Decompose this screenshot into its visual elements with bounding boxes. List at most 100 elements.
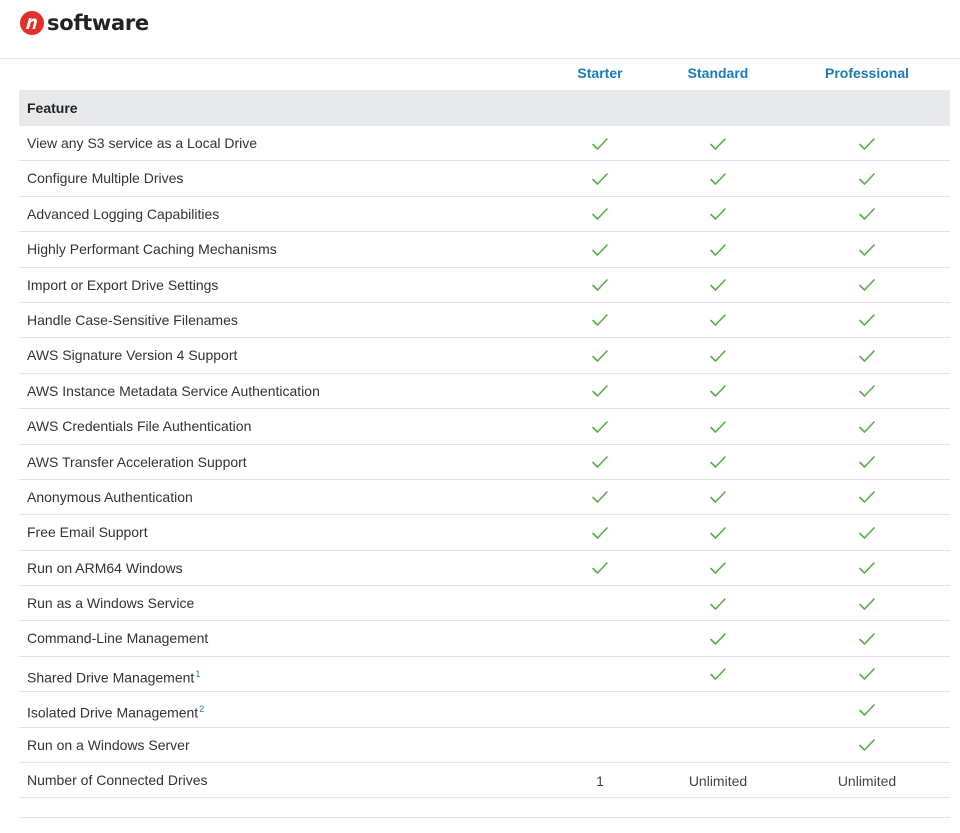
brand-logo[interactable]: software: [19, 10, 149, 36]
cell-professional: [827, 692, 907, 727]
cell-standard: [678, 445, 758, 480]
cell-professional: [827, 515, 907, 550]
brand-name: software: [47, 11, 149, 35]
plan-professional-label[interactable]: Professional: [825, 59, 909, 87]
cell-standard: Unlimited: [678, 763, 758, 798]
cell-value: Unlimited: [837, 772, 897, 789]
table-row: View any S3 service as a Local Drive: [19, 126, 950, 162]
checkmark-icon: [710, 491, 726, 504]
plan-headers: Starter Standard Professional: [19, 59, 950, 89]
checkmark-icon: [710, 385, 726, 398]
checkmark-icon: [592, 137, 608, 150]
checkmark-icon: [859, 526, 875, 539]
checkmark-icon: [710, 597, 726, 610]
table-row: Advanced Logging Capabilities: [19, 197, 950, 233]
feature-name: Number of Connected Drives: [27, 763, 208, 798]
feature-name-text: Run as a Windows Service: [27, 595, 195, 612]
table-row: Isolated Drive Management2: [19, 692, 950, 728]
cell-starter: [560, 621, 640, 656]
cell-professional: [827, 303, 907, 338]
checkmark-icon: [859, 703, 875, 716]
feature-name: AWS Instance Metadata Service Authentica…: [27, 374, 320, 409]
checkmark-icon: [859, 385, 875, 398]
cell-professional: [827, 409, 907, 444]
checkmark-icon: [592, 456, 608, 468]
feature-name: View any S3 service as a Local Drive: [27, 126, 257, 161]
feature-name-text: Isolated Drive Management: [27, 704, 199, 721]
table-row: Number of Connected Drives 1 Unlimited Unli…: [19, 763, 950, 799]
cell-professional: Unlimited: [827, 763, 907, 798]
cell-starter: [560, 728, 640, 763]
table-row: Anonymous Authentication: [19, 480, 950, 516]
checkmark-icon: [859, 668, 875, 681]
checkmark-icon: [710, 456, 726, 468]
checkmark-icon: [859, 243, 875, 256]
cell-professional: [827, 197, 907, 232]
cell-standard: [678, 621, 758, 656]
plan-starter-label[interactable]: Starter: [577, 59, 622, 87]
feature-name: Run on a Windows Server: [27, 728, 190, 763]
cell-standard: [678, 657, 758, 692]
checkmark-icon: [710, 137, 726, 150]
cell-standard: [678, 515, 758, 550]
cell-value: 1: [596, 772, 604, 789]
cell-professional: [827, 126, 907, 161]
cell-standard: [678, 374, 758, 409]
feature-name: AWS Signature Version 4 Support: [27, 338, 237, 373]
feature-column-header: Feature: [27, 100, 78, 116]
feature-name-text: AWS Transfer Acceleration Support: [27, 453, 247, 470]
cell-starter: [560, 338, 640, 373]
checkmark-icon: [592, 208, 608, 221]
cell-starter: [560, 303, 640, 338]
cell-standard: [678, 197, 758, 232]
checkmark-icon: [859, 208, 875, 221]
cell-professional: [827, 232, 907, 267]
checkmark-icon: [710, 173, 726, 185]
checkmark-icon: [859, 456, 875, 468]
cell-starter: [560, 268, 640, 303]
checkmark-icon: [710, 279, 726, 291]
cell-standard: [678, 232, 758, 267]
feature-name-text: AWS Instance Metadata Service Authentica…: [27, 382, 320, 399]
feature-name: Highly Performant Caching Mechanisms: [27, 232, 277, 267]
cell-standard: [678, 161, 758, 196]
feature-name-text: Number of Connected Drives: [27, 772, 208, 789]
checkmark-icon: [710, 350, 726, 362]
table-row: Run as a Windows Service: [19, 586, 950, 622]
checkmark-icon: [710, 526, 726, 539]
feature-name: Run on ARM64 Windows: [27, 551, 183, 586]
feature-name-text: Command-Line Management: [27, 630, 209, 647]
cell-professional: [827, 621, 907, 656]
feature-name: Free Email Support: [27, 515, 148, 550]
feature-header-row: Feature: [19, 90, 950, 126]
footnote-marker[interactable]: 2: [199, 704, 204, 714]
cell-starter: [560, 551, 640, 586]
table-row: Highly Performant Caching Mechanisms: [19, 232, 950, 268]
checkmark-icon: [710, 633, 726, 645]
cell-starter: [560, 197, 640, 232]
table-row: AWS Instance Metadata Service Authentica…: [19, 374, 950, 410]
checkmark-icon: [710, 314, 726, 327]
cell-standard: [678, 586, 758, 621]
checkmark-icon: [710, 243, 726, 256]
checkmark-icon: [859, 739, 875, 751]
table-row: Shared Drive Management1: [19, 657, 950, 693]
cell-professional: [827, 268, 907, 303]
plan-standard-label[interactable]: Standard: [688, 59, 749, 87]
feature-name-text: Run on ARM64 Windows: [27, 559, 183, 576]
checkmark-icon: [592, 491, 608, 504]
checkmark-icon: [859, 597, 875, 610]
cell-professional: [827, 445, 907, 480]
cell-starter: [560, 657, 640, 692]
table-row: AWS Transfer Acceleration Support: [19, 445, 950, 480]
checkmark-icon: [710, 208, 726, 221]
checkmark-icon: [710, 562, 726, 574]
footnote-marker[interactable]: 1: [195, 669, 200, 679]
cell-starter: [560, 515, 640, 550]
checkmark-icon: [859, 633, 875, 645]
table-row: AWS Signature Version 4 Support: [19, 338, 950, 374]
checkmark-icon: [859, 491, 875, 504]
cell-professional: [827, 338, 907, 373]
checkmark-icon: [859, 173, 875, 185]
table-row: Run on ARM64 Windows: [19, 551, 950, 587]
